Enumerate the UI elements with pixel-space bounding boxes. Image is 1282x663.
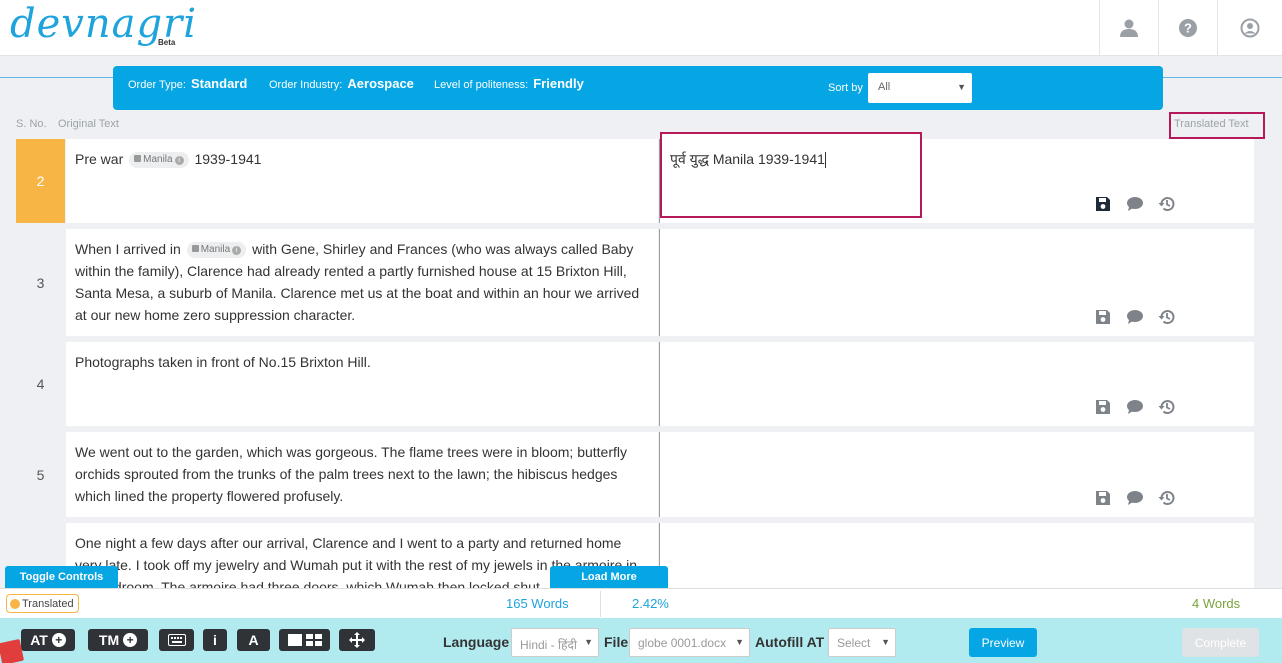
toggle-controls-button[interactable]: Toggle Controls bbox=[5, 566, 118, 588]
segment-row[interactable]: 2 Pre war Manila i 1939-1941 bbox=[16, 139, 1254, 223]
text-cursor bbox=[824, 152, 826, 169]
sort-label: Sort by bbox=[828, 82, 863, 94]
file-label: File bbox=[604, 634, 629, 650]
beta-label: Beta bbox=[158, 38, 176, 47]
segment-number: 2 bbox=[16, 139, 65, 223]
save-icon[interactable] bbox=[1094, 398, 1112, 416]
comment-icon[interactable] bbox=[1126, 489, 1144, 507]
translated-text-header: Translated Text bbox=[1169, 112, 1265, 139]
language-label: Language bbox=[443, 634, 510, 650]
segment-row[interactable]: 4 Photographs taken in front of No.15 Br… bbox=[16, 342, 1254, 426]
info-button[interactable]: i bbox=[203, 629, 227, 651]
translation-cell[interactable] bbox=[659, 342, 1254, 426]
translation-editor[interactable]: पूर्व युद्ध Manila 1939-1941 bbox=[660, 132, 922, 218]
app-header: devnagri Beta ? bbox=[0, 0, 1282, 56]
account-circle-icon bbox=[1240, 18, 1260, 38]
account-button[interactable] bbox=[1217, 0, 1282, 56]
load-more-button[interactable]: Load More bbox=[550, 566, 668, 588]
status-dot-icon bbox=[10, 598, 20, 609]
translation-cell[interactable] bbox=[659, 523, 1254, 593]
total-words: 165 Words bbox=[506, 596, 569, 611]
segment-row[interactable]: 5 We went out to the garden, which was g… bbox=[16, 432, 1254, 517]
history-icon[interactable] bbox=[1158, 308, 1176, 326]
layout-button[interactable] bbox=[279, 629, 330, 651]
history-icon[interactable] bbox=[1158, 398, 1176, 416]
chevron-down-icon: ▼ bbox=[957, 82, 966, 92]
keyboard-icon bbox=[167, 634, 186, 646]
row-actions bbox=[1094, 398, 1176, 416]
original-text: When I arrived in Manila i with Gene, Shi… bbox=[66, 229, 658, 336]
history-icon[interactable] bbox=[1158, 195, 1176, 213]
order-industry: Order Industry: Aerospace bbox=[269, 76, 414, 91]
at-button[interactable]: AT + bbox=[21, 629, 75, 651]
bottom-toolbar: AT + TM + i A Language Hindi - हिंदी ▼ File… bbox=[0, 618, 1282, 663]
sno-header: S. No. bbox=[16, 118, 47, 130]
svg-text:?: ? bbox=[1184, 21, 1192, 36]
original-text: Pre war Manila i 1939-1941 bbox=[66, 139, 658, 223]
layout-grid-icon bbox=[287, 634, 322, 646]
sort-select[interactable]: All ▼ bbox=[868, 73, 972, 103]
row-actions bbox=[1094, 308, 1176, 326]
save-icon[interactable] bbox=[1094, 489, 1112, 507]
file-select[interactable]: globe 0001.docx ▼ bbox=[629, 628, 750, 657]
segment-number: 5 bbox=[16, 432, 65, 517]
translated-filter-badge[interactable]: Translated bbox=[6, 594, 79, 613]
move-arrows-icon bbox=[349, 632, 365, 648]
chevron-down-icon: ▼ bbox=[584, 637, 593, 647]
translation-cell[interactable] bbox=[659, 229, 1254, 336]
save-icon[interactable] bbox=[1094, 308, 1112, 326]
autofill-select[interactable]: Select ▼ bbox=[828, 628, 896, 657]
save-icon[interactable] bbox=[1094, 195, 1112, 213]
complete-button[interactable]: Complete bbox=[1182, 628, 1259, 657]
comment-icon[interactable] bbox=[1126, 308, 1144, 326]
preview-button[interactable]: Preview bbox=[969, 628, 1037, 657]
progress-percent: 2.42% bbox=[632, 596, 669, 611]
row-actions bbox=[1094, 489, 1176, 507]
move-button[interactable] bbox=[339, 629, 375, 651]
plus-icon: + bbox=[51, 633, 66, 647]
original-text-header: Original Text bbox=[58, 118, 119, 130]
info-icon: i bbox=[232, 246, 242, 256]
font-button[interactable]: A bbox=[237, 629, 270, 651]
order-info-bar: Order Type: Standard Order Industry: Aer… bbox=[113, 66, 1163, 110]
keyboard-button[interactable] bbox=[159, 629, 194, 651]
locked-term-tag[interactable]: Manila i bbox=[129, 152, 189, 169]
lock-icon bbox=[191, 245, 199, 253]
segment-number: 3 bbox=[16, 229, 65, 336]
status-divider bbox=[600, 591, 601, 617]
user-button[interactable] bbox=[1099, 0, 1158, 56]
segment-row[interactable]: 3 When I arrived in Manila i with Gene, S… bbox=[16, 229, 1254, 336]
locked-term-tag[interactable]: Manila i bbox=[186, 242, 247, 259]
original-text: We went out to the garden, which was gor… bbox=[66, 432, 658, 517]
question-icon: ? bbox=[1179, 19, 1197, 37]
app-corner-icon bbox=[0, 638, 25, 663]
plus-icon: + bbox=[123, 633, 138, 647]
comment-icon[interactable] bbox=[1126, 195, 1144, 213]
autofill-label: Autofill AT bbox=[755, 634, 825, 650]
translation-cell[interactable] bbox=[659, 432, 1254, 517]
segment-number: 4 bbox=[16, 342, 65, 426]
tm-button[interactable]: TM + bbox=[88, 629, 148, 651]
info-icon: i bbox=[174, 156, 184, 166]
language-select[interactable]: Hindi - हिंदी ▼ bbox=[511, 628, 599, 657]
order-type: Order Type: Standard bbox=[128, 76, 248, 91]
lock-icon bbox=[134, 155, 142, 163]
politeness-level: Level of politeness: Friendly bbox=[434, 76, 584, 91]
original-text: Photographs taken in front of No.15 Brix… bbox=[66, 342, 658, 426]
status-bar: Translated 165 Words 2.42% 4 Words bbox=[0, 588, 1282, 618]
help-button[interactable]: ? bbox=[1158, 0, 1217, 56]
comment-icon[interactable] bbox=[1126, 398, 1144, 416]
row-actions bbox=[1094, 195, 1176, 213]
user-icon bbox=[1120, 19, 1138, 37]
chevron-down-icon: ▼ bbox=[735, 637, 744, 647]
chevron-down-icon: ▼ bbox=[881, 637, 890, 647]
history-icon[interactable] bbox=[1158, 489, 1176, 507]
translated-words: 4 Words bbox=[1192, 596, 1241, 611]
